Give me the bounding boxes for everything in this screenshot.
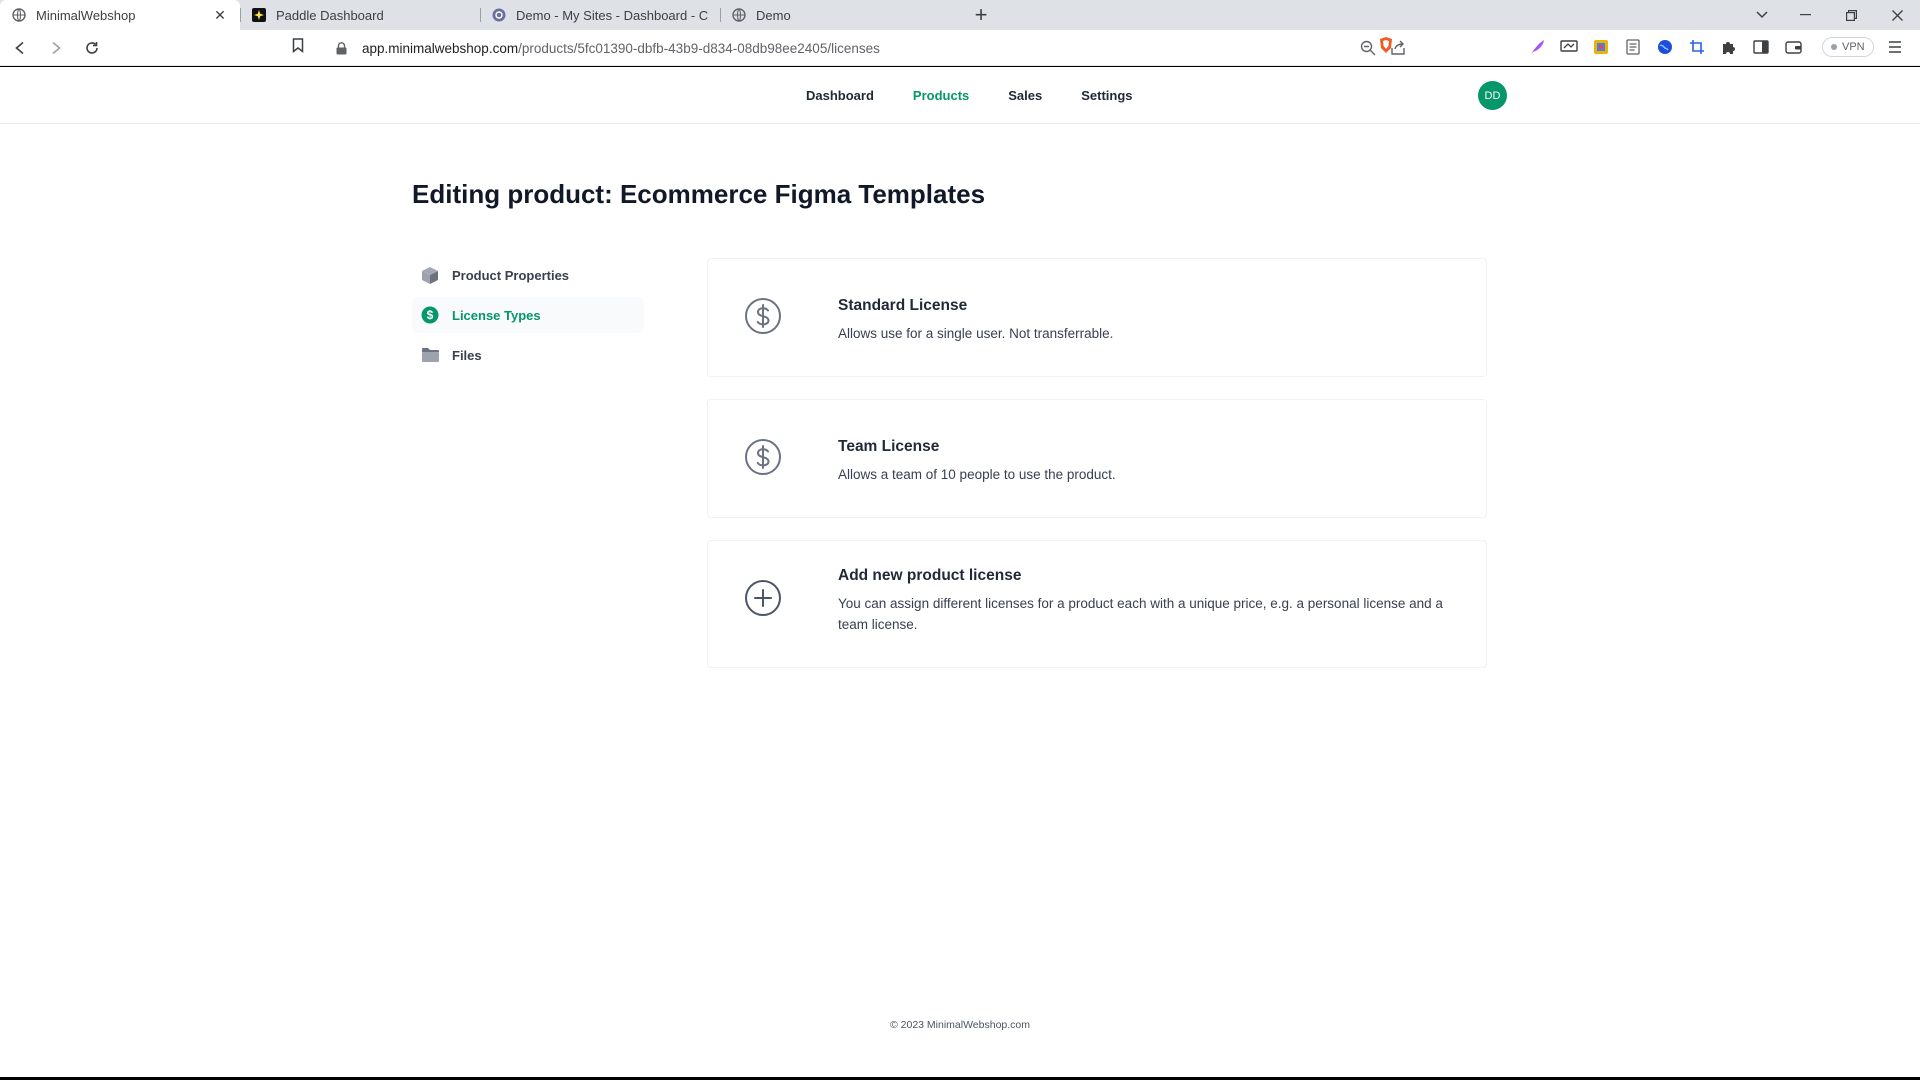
dollar-circle-icon [744,438,782,476]
reader-extension-icon[interactable] [1622,36,1644,58]
avatar[interactable]: DD [1478,81,1507,110]
minimize-icon[interactable] [1782,0,1828,30]
sidebar-toggle-icon[interactable] [1750,36,1772,58]
product-sidebar: Product Properties $ License Types Files [412,257,644,377]
browser-tab-title: MinimalWebshop [36,7,136,23]
reload-icon [86,41,98,54]
feather-extension-icon[interactable] [1526,36,1548,58]
dollar-circle-icon: $ [420,305,440,325]
chevron-down-icon[interactable] [1742,0,1782,30]
nav-sales[interactable]: Sales [1008,88,1042,103]
browser-tab-title: Demo [756,7,791,23]
new-tab-button[interactable]: + [966,0,996,30]
add-license-description: You can assign different licenses for a … [838,596,1443,632]
svg-text:$: $ [427,308,434,322]
sidebar-item-license-types[interactable]: $ License Types [412,297,644,333]
nav-products[interactable]: Products [913,88,969,103]
forward-arrow-icon [52,41,61,54]
globe-icon [732,8,746,22]
license-card-team[interactable]: Team License Allows a team of 10 people … [707,399,1487,518]
web-page: Dashboard Products Sales Settings DD Edi… [0,67,1920,1077]
vpn-status-dot [1831,44,1837,50]
cube-icon [420,265,440,285]
forward-button[interactable] [40,34,72,62]
puzzle-icon[interactable] [1718,36,1740,58]
sidebar-item-label: Product Properties [452,267,570,283]
wallet-icon[interactable] [1782,36,1804,58]
browser-tab-demo[interactable]: Demo [720,0,960,30]
browser-tab-strip: MinimalWebshop ✕ Paddle Dashboard Demo -… [0,0,1920,30]
url-text: app.minimalwebshop.com/products/5fc01390… [362,41,880,56]
dollar-circle-icon [744,297,782,335]
license-list: Standard License Allows use for a single… [707,258,1487,690]
crop-extension-icon[interactable] [1686,36,1708,58]
page-title: Editing product: Ecommerce Figma Templat… [412,179,986,209]
app-top-nav: Dashboard Products Sales Settings DD [0,67,1920,124]
url-path: /products/5fc01390-dbfb-43b9-d834-08db98… [518,40,880,56]
paddle-icon [252,8,266,22]
vpn-label: VPN [1842,41,1865,53]
sidebar-item-product-properties[interactable]: Product Properties [412,257,644,293]
back-arrow-icon [15,41,24,54]
lock-icon [336,41,350,55]
restore-icon[interactable] [1828,0,1874,30]
globe-icon [12,8,26,22]
page-footer: © 2023 MinimalWebshop.com [889,1019,1031,1031]
window-controls [1742,0,1920,30]
close-window-icon[interactable] [1874,0,1920,30]
browser-tab-title: Demo - My Sites - Dashboard - Carrd [516,7,708,23]
nav-dashboard[interactable]: Dashboard [806,88,874,103]
browser-tab-minimalwebshop[interactable]: MinimalWebshop ✕ [0,0,240,30]
license-description: Allows a team of 10 people to use the pr… [838,467,1116,482]
url-host: app.minimalwebshop.com [362,40,519,56]
zoom-icon[interactable] [1360,40,1376,61]
add-license-title: Add new product license [838,567,1022,584]
sidebar-item-files[interactable]: Files [412,337,644,373]
menu-icon[interactable] [1884,36,1906,58]
folder-icon [420,345,440,365]
brave-shield-icon[interactable] [1378,36,1394,54]
extensions-area: VPN [1526,36,1916,58]
browser-tab-title: Paddle Dashboard [276,7,384,23]
close-icon[interactable]: ✕ [212,7,228,23]
nav-settings[interactable]: Settings [1081,88,1132,103]
bookmark-icon[interactable] [292,38,304,58]
reload-button[interactable] [76,34,108,62]
plus-circle-icon [744,579,782,617]
screen-extension-icon[interactable] [1558,36,1580,58]
globe-extension-icon[interactable] [1654,36,1676,58]
back-button[interactable] [4,34,36,62]
colorful-extension-icon[interactable] [1590,36,1612,58]
browser-toolbar: app.minimalwebshop.com/products/5fc01390… [0,30,1920,66]
carrd-icon [492,8,506,22]
sidebar-item-label: Files [452,347,482,363]
license-description: Allows use for a single user. Not transf… [838,326,1114,341]
browser-tab-paddle[interactable]: Paddle Dashboard [240,0,480,30]
sidebar-item-label: License Types [452,307,541,323]
license-name: Team License [838,438,940,455]
address-bar[interactable]: app.minimalwebshop.com/products/5fc01390… [326,34,1406,62]
vpn-button[interactable]: VPN [1822,37,1874,57]
nav-links: Dashboard Products Sales Settings [806,88,1133,103]
browser-tab-carrd[interactable]: Demo - My Sites - Dashboard - Carrd [480,0,720,30]
license-card-standard[interactable]: Standard License Allows use for a single… [707,258,1487,377]
license-name: Standard License [838,297,968,314]
add-license-card[interactable]: Add new product license You can assign d… [707,540,1487,668]
